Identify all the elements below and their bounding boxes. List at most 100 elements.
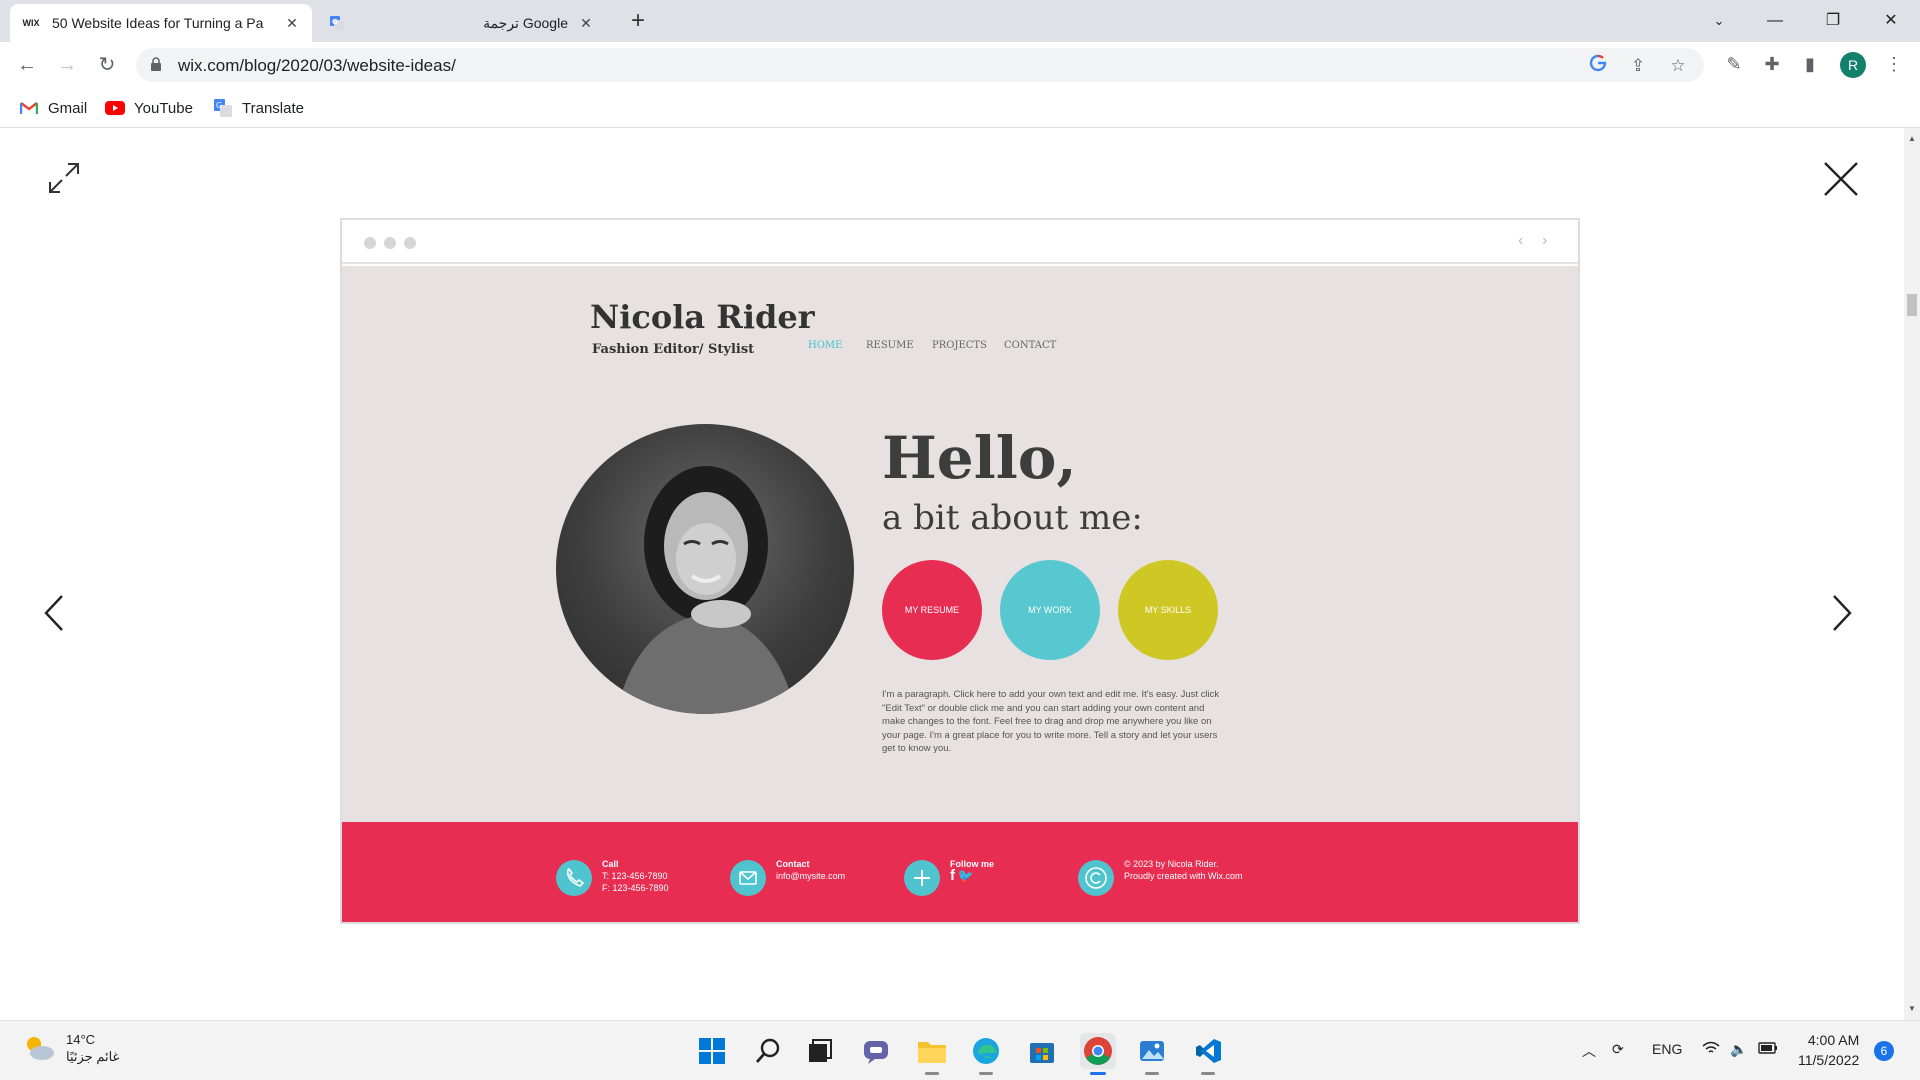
next-arrow-icon[interactable] <box>1828 592 1856 634</box>
file-explorer-icon[interactable] <box>914 1033 950 1075</box>
edge-icon[interactable] <box>968 1033 1004 1075</box>
close-viewer-icon[interactable] <box>1822 160 1860 198</box>
bookmark-star-icon[interactable]: ☆ <box>1666 54 1690 78</box>
partly-cloudy-icon <box>27 1037 54 1060</box>
website-preview-frame: ‹ › Nicola Rider Fashion Editor/ Stylist… <box>340 218 1580 924</box>
expand-icon[interactable] <box>46 160 82 196</box>
input-language[interactable]: ENG <box>1652 1041 1682 1057</box>
lock-icon <box>151 57 161 71</box>
address-bar[interactable]: wix.com/blog/2020/03/website-ideas/ ⇪ ☆ <box>136 48 1704 82</box>
bookmarks-bar: Gmail YouTube G Translate <box>0 88 1920 128</box>
side-panel-icon[interactable]: ▮ <box>1796 50 1824 78</box>
tab-close-icon[interactable]: ✕ <box>282 15 302 32</box>
footer-contact: Contact info@mysite.com <box>730 858 846 896</box>
scroll-up-icon[interactable]: ▲ <box>1907 134 1917 143</box>
tab-title: 50 Website Ideas for Turning a Pa <box>52 15 264 31</box>
back-button[interactable]: ← <box>12 50 42 80</box>
my-skills-button: MY SKILLS <box>1118 560 1218 660</box>
site-nav-home: HOME <box>808 340 843 351</box>
running-indicator <box>1090 1072 1106 1075</box>
chrome-menu-icon[interactable]: ⋮ <box>1880 50 1908 78</box>
new-tab-button[interactable]: + <box>624 8 652 36</box>
plus-icon <box>904 860 940 896</box>
start-button[interactable] <box>694 1033 730 1069</box>
svg-text:G: G <box>332 18 338 26</box>
page-scrollbar[interactable]: ▲ ▼ <box>1904 128 1920 1020</box>
google-lens-icon[interactable] <box>1586 54 1610 78</box>
reload-button[interactable]: ↻ <box>92 50 122 80</box>
hello-heading: Hello, <box>882 424 1077 492</box>
minimize-button[interactable]: — <box>1752 6 1798 36</box>
previous-arrow-icon[interactable] <box>40 592 68 634</box>
vscode-icon[interactable] <box>1190 1033 1226 1075</box>
bookmark-gmail[interactable]: Gmail <box>18 96 87 120</box>
footer-fax: F: 123-456-7890 <box>602 883 669 893</box>
site-nav-projects: PROJECTS <box>932 340 987 351</box>
footer-follow: Follow me f 🐦 <box>904 858 994 896</box>
extension-tool-icon[interactable]: ✎ <box>1720 50 1748 78</box>
footer-copyright: © 2023 by Nicola Rider. Proudly created … <box>1078 858 1243 896</box>
restore-button[interactable]: ❐ <box>1810 6 1856 36</box>
weather-desc: غائم جزئيًا <box>66 1049 120 1064</box>
running-indicator <box>925 1072 939 1075</box>
sync-icon[interactable]: ⟳ <box>1612 1041 1624 1058</box>
tab-title: ترجمة Google <box>483 14 568 31</box>
forward-button[interactable]: → <box>52 50 82 80</box>
microsoft-store-icon[interactable] <box>1024 1033 1060 1069</box>
mail-icon <box>730 860 766 896</box>
chat-icon[interactable] <box>858 1033 894 1069</box>
bookmark-youtube[interactable]: YouTube <box>104 96 193 120</box>
url-text: wix.com/blog/2020/03/website-ideas/ <box>178 56 456 75</box>
weather-widget[interactable]: 14°C غائم جزئيًا <box>22 1031 119 1065</box>
bookmark-label: YouTube <box>134 99 193 117</box>
facebook-icon: f <box>950 867 955 884</box>
scrollbar-thumb[interactable] <box>1907 294 1917 316</box>
browser-toolbar: ← → ↻ wix.com/blog/2020/03/website-ideas… <box>0 42 1920 88</box>
about-subheading: a bit about me: <box>882 498 1143 538</box>
footer-call: Call T: 123-456-7890 F: 123-456-7890 <box>556 858 669 896</box>
mock-forward-icon: › <box>1542 232 1548 249</box>
footer-email: info@mysite.com <box>776 871 846 881</box>
site-name: Nicola Rider <box>590 298 815 336</box>
profile-photo <box>556 424 854 714</box>
windows-taskbar: 14°C غائم جزئيًا ︿ ⟳ ENG 🔈 4:00 AM 11/5/… <box>0 1020 1920 1080</box>
wifi-icon[interactable] <box>1702 1041 1720 1058</box>
window-dot <box>404 237 416 249</box>
notification-badge[interactable]: 6 <box>1874 1041 1894 1061</box>
volume-icon[interactable]: 🔈 <box>1730 1041 1747 1058</box>
twitter-icon: 🐦 <box>957 868 974 883</box>
site-nav-contact: CONTACT <box>1004 340 1057 351</box>
gmail-icon <box>18 100 40 116</box>
task-view-icon[interactable] <box>802 1033 838 1069</box>
battery-icon[interactable] <box>1758 1041 1778 1057</box>
tab-google-translate[interactable]: G ترجمة Google ✕ <box>316 4 606 42</box>
close-window-button[interactable]: ✕ <box>1868 6 1914 36</box>
clock-date: 11/5/2022 <box>1798 1052 1860 1068</box>
footer-contact-title: Contact <box>776 859 810 869</box>
translate-icon: G <box>212 99 234 117</box>
youtube-icon <box>104 100 126 116</box>
clock-time: 4:00 AM <box>1807 1032 1860 1048</box>
bookmark-label: Gmail <box>48 99 88 117</box>
bookmark-translate[interactable]: G Translate <box>212 96 304 120</box>
system-clock[interactable]: 4:00 AM 11/5/2022 <box>1798 1030 1859 1070</box>
show-hidden-icons-chevron[interactable]: ︿ <box>1582 1041 1596 1061</box>
my-resume-button: MY RESUME <box>882 560 982 660</box>
site-body: Nicola Rider Fashion Editor/ Stylist HOM… <box>342 266 1578 822</box>
tab-search-chevron-icon[interactable]: ⌄ <box>1696 6 1742 36</box>
chrome-icon[interactable] <box>1080 1033 1116 1075</box>
tab-close-icon[interactable]: ✕ <box>576 15 596 32</box>
phone-icon <box>556 860 592 896</box>
mock-browser-bar: ‹ › <box>342 220 1578 264</box>
photos-icon[interactable] <box>1134 1033 1170 1075</box>
extensions-puzzle-icon[interactable]: ✚ <box>1758 50 1786 78</box>
bookmark-label: Translate <box>242 99 304 117</box>
profile-avatar[interactable]: R <box>1840 52 1866 78</box>
running-indicator <box>979 1072 993 1075</box>
running-indicator <box>1145 1072 1159 1075</box>
share-icon[interactable]: ⇪ <box>1626 54 1650 78</box>
svg-text:G: G <box>216 101 222 110</box>
scroll-down-icon[interactable]: ▼ <box>1907 1004 1917 1013</box>
tab-wix-blog[interactable]: WIX 50 Website Ideas for Turning a Pa ✕ <box>10 4 312 42</box>
search-icon[interactable] <box>750 1033 786 1069</box>
